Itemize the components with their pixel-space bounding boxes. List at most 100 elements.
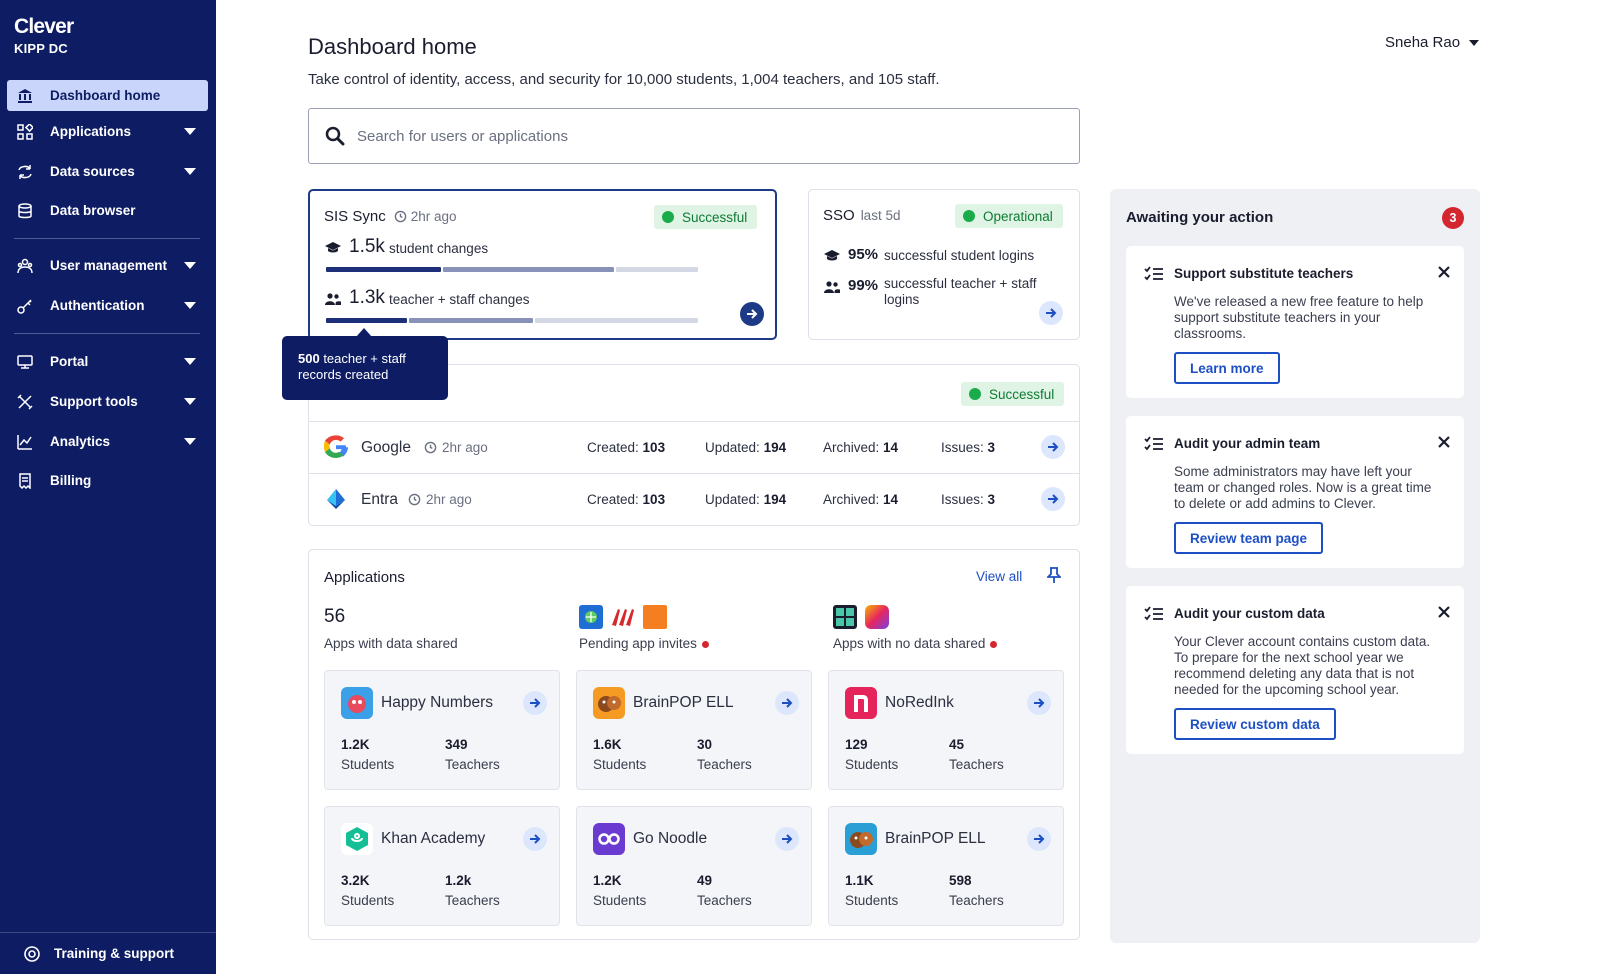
teachers-count: 598 <box>949 873 972 888</box>
chevron-down-icon[interactable] <box>184 438 196 445</box>
action-title: Audit your custom data <box>1174 606 1325 621</box>
user-menu[interactable]: Sneha Rao <box>1385 34 1480 51</box>
app-card[interactable]: NoRedInk 129 45 Students Teachers <box>828 670 1064 790</box>
app-name: Khan Academy <box>381 830 486 847</box>
teachers-count: 45 <box>949 737 965 752</box>
chevron-down-icon[interactable] <box>184 128 196 135</box>
training-support-label: Training & support <box>54 946 174 961</box>
students-count: 129 <box>845 737 868 752</box>
close-icon[interactable] <box>1438 606 1450 618</box>
student-created-bar <box>326 267 441 272</box>
arrow-right-icon <box>530 698 541 708</box>
sidebar-item-dashboard-home[interactable]: Dashboard home <box>7 80 208 111</box>
table-row[interactable]: Google 2hr ago Created: 103 Updated: 194… <box>309 421 1079 473</box>
sis-sync-card[interactable]: SIS Sync 2hr ago Successful 1.5k student… <box>308 189 777 340</box>
sso-open-button[interactable] <box>1039 301 1063 325</box>
review-custom-data-button[interactable]: Review custom data <box>1174 708 1336 740</box>
clever-logo[interactable]: Clever <box>14 16 74 38</box>
sidebar-item-data-browser[interactable]: Data browser <box>7 195 208 226</box>
student-archived-bar <box>616 267 698 272</box>
sidebar-item-authentication[interactable]: Authentication <box>7 290 208 321</box>
page-title: Dashboard home <box>308 34 477 59</box>
status-badge: Successful <box>961 382 1065 406</box>
view-all-link[interactable]: View all <box>976 569 1022 584</box>
app-open-button[interactable] <box>775 691 799 715</box>
chevron-down-icon[interactable] <box>184 168 196 175</box>
users-icon <box>325 293 341 305</box>
teachers-label: Teachers <box>697 757 752 772</box>
review-team-page-button[interactable]: Review team page <box>1174 522 1324 554</box>
no-data-label: Apps with no data shared <box>833 636 998 651</box>
app-name: NoRedInk <box>885 694 954 711</box>
key-icon <box>17 298 32 314</box>
teachers-label: Teachers <box>445 893 500 908</box>
app-open-button[interactable] <box>1027 691 1051 715</box>
sidebar-item-data-sources[interactable]: Data sources <box>7 156 208 187</box>
app-logo-icon <box>579 605 603 629</box>
app-logo-icon <box>611 605 635 629</box>
app-card[interactable]: Happy Numbers 1.2K 349 Students Teachers <box>324 670 560 790</box>
updated-value: 194 <box>763 440 787 455</box>
table-row[interactable]: Entra 2hr ago Created: 103 Updated: 194 … <box>309 473 1079 525</box>
teacher-login-pct: 99% <box>848 277 879 294</box>
training-support-link[interactable]: Training & support <box>0 932 216 974</box>
checklist-icon <box>1144 266 1163 281</box>
source-open-button[interactable] <box>1041 487 1065 511</box>
sso-card[interactable]: SSO last 5d Operational 95% successful s… <box>808 189 1080 340</box>
sidebar-item-label: User management <box>50 258 168 273</box>
student-login-pct: 95% <box>848 246 879 263</box>
issues-value: 3 <box>987 492 996 507</box>
sidebar-item-applications[interactable]: Applications <box>7 116 208 147</box>
created-value: 103 <box>642 440 666 455</box>
status-dot-icon <box>969 388 981 400</box>
sync-arrows-icon <box>18 164 32 179</box>
source-open-button[interactable] <box>1041 435 1065 459</box>
sidebar-item-support-tools[interactable]: Support tools <box>7 386 208 417</box>
app-open-button[interactable] <box>1027 827 1051 851</box>
close-icon[interactable] <box>1438 266 1450 278</box>
staff-created-bar[interactable] <box>326 318 407 323</box>
teacher-login-label: successful teacher + staff logins <box>884 276 1037 307</box>
sidebar-item-analytics[interactable]: Analytics <box>7 426 208 457</box>
clock-history-icon <box>424 441 437 454</box>
app-card[interactable]: BrainPOP ELL 1.6K 30 Students Teachers <box>576 670 812 790</box>
app-open-button[interactable] <box>775 827 799 851</box>
app-logo-icon <box>865 605 889 629</box>
khan-academy-logo-icon <box>341 823 373 855</box>
app-open-button[interactable] <box>523 691 547 715</box>
sidebar-item-portal[interactable]: Portal <box>7 346 208 377</box>
learn-more-button[interactable]: Learn more <box>1174 352 1280 384</box>
app-card[interactable]: Khan Academy 3.2K 1.2k Students Teachers <box>324 806 560 926</box>
sidebar-item-label: Analytics <box>50 434 111 449</box>
teachers-label: Teachers <box>697 893 752 908</box>
chevron-down-icon[interactable] <box>184 358 196 365</box>
chevron-down-icon[interactable] <box>184 302 196 309</box>
source-name: Google <box>361 438 411 456</box>
chevron-down-icon[interactable] <box>184 262 196 269</box>
pin-icon[interactable] <box>1047 567 1061 584</box>
status-label: Operational <box>983 208 1053 224</box>
app-card[interactable]: BrainPOP ELL 1.1K 598 Students Teachers <box>828 806 1064 926</box>
source-time: 2hr ago <box>426 492 472 507</box>
sso-title: SSO <box>823 207 855 224</box>
brand[interactable]: Clever KIPP DC <box>14 16 74 57</box>
happy-numbers-logo-icon <box>341 687 373 719</box>
sis-sync-open-button[interactable] <box>740 302 764 326</box>
chevron-down-icon[interactable] <box>184 398 196 405</box>
action-body: Some administrators may have left your t… <box>1174 464 1432 511</box>
sidebar-item-user-management[interactable]: User management <box>7 250 208 281</box>
search-input[interactable] <box>357 127 1007 145</box>
applications-card: Applications View all 56 Apps with data … <box>308 549 1080 940</box>
student-login-label: successful student logins <box>884 248 1035 263</box>
search-bar[interactable] <box>308 108 1080 164</box>
sidebar-item-billing[interactable]: Billing <box>7 465 208 496</box>
app-open-button[interactable] <box>523 827 547 851</box>
app-logo-icon <box>833 605 857 629</box>
app-card[interactable]: Go Noodle 1.2K 49 Students Teachers <box>576 806 812 926</box>
brainpop-logo-icon <box>593 687 625 719</box>
close-icon[interactable] <box>1438 436 1450 448</box>
arrow-right-icon <box>1048 442 1059 452</box>
app-name: BrainPOP ELL <box>885 830 986 847</box>
status-badge: Operational <box>955 204 1063 228</box>
chart-icon <box>17 434 32 450</box>
